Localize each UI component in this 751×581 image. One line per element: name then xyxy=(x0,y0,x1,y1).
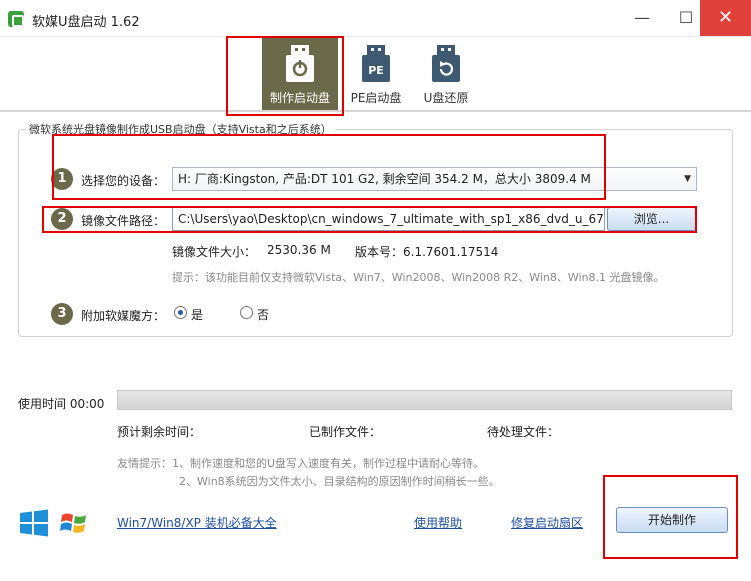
group-legend: 微软系统光盘镜像制作成USB启动盘（支持Vista和之后系统） xyxy=(26,121,335,137)
image-size-value: 2530.36 M xyxy=(267,243,331,257)
iso-group-box xyxy=(18,129,733,337)
remaining-time-label: 预计剩余时间： xyxy=(117,425,202,439)
toolbar: 制作启动盘 PE PE启动盘 U盘还原 xyxy=(0,37,751,112)
device-select-value: H: 厂商:Kingston, 产品:DT 101 G2, 剩余空间 354.2… xyxy=(178,172,591,186)
usb-pe-icon: PE xyxy=(362,45,390,82)
addon-no-radio[interactable] xyxy=(240,306,253,319)
pending-files-label: 待处理文件： xyxy=(487,425,560,439)
usb-restore-icon xyxy=(432,45,460,82)
addon-yes-radio[interactable] xyxy=(174,306,187,319)
image-size-label: 镜像文件大小： xyxy=(172,245,257,259)
tip-line-1: 友情提示：1、制作速度和您的U盘写入速度有关，制作过程中请耐心等待。 xyxy=(117,457,485,470)
window-title: 软媒U盘启动 1.62 xyxy=(32,15,140,30)
device-label: 选择您的设备： xyxy=(81,174,166,188)
elapsed-time: 使用时间 00:00 xyxy=(18,397,105,411)
start-button[interactable]: 开始制作 xyxy=(616,507,728,533)
addon-yes-label[interactable]: 是 xyxy=(191,306,203,323)
addon-label: 附加软媒魔方： xyxy=(81,309,166,323)
essentials-link[interactable]: Win7/Win8/XP 装机必备大全 xyxy=(117,514,277,531)
minimize-button[interactable]: — xyxy=(620,0,664,36)
device-select[interactable]: H: 厂商:Kingston, 产品:DT 101 G2, 剩余空间 354.2… xyxy=(172,167,697,191)
tab-pe-boot-disk[interactable]: PE PE启动盘 xyxy=(338,37,414,110)
progress-bar xyxy=(117,390,732,410)
windows8-logo-icon xyxy=(20,509,48,537)
title-bar: 软媒U盘启动 1.62 — ☐ ✕ xyxy=(0,0,751,37)
support-hint: 提示：该功能目前仅支持微软Vista、Win7、Win2008、Win2008 … xyxy=(172,271,665,284)
usb-power-icon xyxy=(286,45,314,82)
image-path-label: 镜像文件路径： xyxy=(81,214,166,228)
tab-label: 制作启动盘 xyxy=(269,91,330,105)
chevron-down-icon: ▼ xyxy=(684,174,691,184)
made-files-label: 已制作文件： xyxy=(309,425,382,439)
tip-line-2: 2、Win8系统因为文件太小、目录结构的原因制作时间稍长一些。 xyxy=(179,475,500,488)
help-link[interactable]: 使用帮助 xyxy=(414,514,462,531)
tab-label: PE启动盘 xyxy=(350,91,402,105)
image-path-input[interactable]: C:\Users\yao\Desktop\cn_windows_7_ultima… xyxy=(172,207,605,231)
repair-boot-sector-link[interactable]: 修复启动扇区 xyxy=(511,514,583,531)
image-version: 版本号：6.1.7601.17514 xyxy=(355,245,499,259)
browse-button[interactable]: 浏览... xyxy=(607,207,696,231)
windows7-logo-icon xyxy=(60,513,86,533)
tab-make-boot-disk[interactable]: 制作启动盘 xyxy=(262,37,338,110)
tab-usb-restore[interactable]: U盘还原 xyxy=(408,37,484,110)
addon-no-label[interactable]: 否 xyxy=(257,306,269,323)
step-number-3: 3 xyxy=(51,303,73,325)
pe-icon-text: PE xyxy=(368,64,384,77)
step-number-2: 2 xyxy=(51,208,73,230)
step-number-1: 1 xyxy=(51,168,73,190)
app-icon xyxy=(8,11,24,27)
tab-label: U盘还原 xyxy=(423,91,469,105)
close-button[interactable]: ✕ xyxy=(700,0,751,36)
